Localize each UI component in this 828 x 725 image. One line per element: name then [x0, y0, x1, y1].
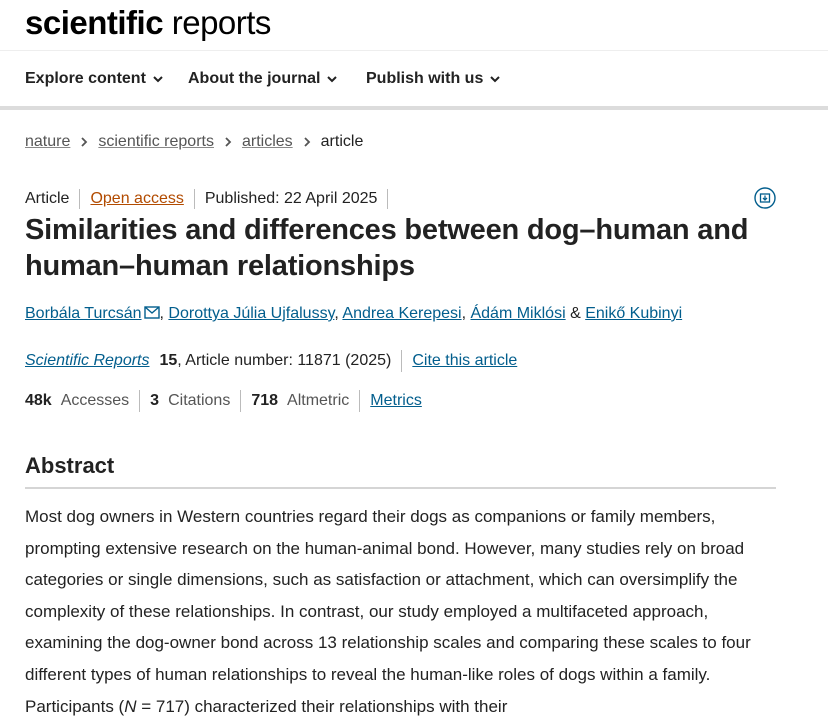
citations-label: Citations — [168, 392, 231, 409]
volume-number: 15 — [159, 352, 178, 369]
journal-link[interactable]: Scientific Reports — [25, 352, 150, 370]
breadcrumb: nature scientific reports articles artic… — [25, 133, 363, 151]
chevron-right-icon — [225, 137, 232, 147]
mail-icon[interactable] — [143, 306, 160, 319]
chevron-right-icon — [304, 137, 310, 147]
altmetric-label: Altmetric — [287, 392, 350, 409]
author-link[interactable]: Enikő Kubinyi — [585, 305, 682, 322]
abstract-heading: Abstract — [25, 453, 776, 489]
nav-about-journal[interactable]: About the journal — [188, 70, 338, 88]
chevron-down-icon — [327, 76, 338, 83]
altmetric-score: 718 — [251, 392, 279, 409]
divider — [240, 390, 242, 412]
author-list: Borbála Turcsán, Dorottya Júlia Ujfaluss… — [25, 305, 682, 323]
author-link[interactable]: Andrea Kerepesi — [342, 305, 461, 322]
metrics-link[interactable]: Metrics — [370, 392, 422, 410]
site-logo[interactable]: scientific reports — [25, 4, 271, 42]
download-pdf-icon[interactable] — [754, 187, 776, 209]
author-link[interactable]: Ádám Miklósi — [470, 305, 565, 322]
article-meta: Article Open access Published: 22 April … — [25, 189, 398, 209]
abstract-n-symbol: N — [124, 696, 137, 716]
accesses-label: Accesses — [60, 392, 130, 409]
article-number: , Article number: 11871 (2025) — [177, 352, 392, 369]
published-date: Published: 22 April 2025 — [205, 189, 389, 209]
breadcrumb-articles[interactable]: articles — [242, 133, 293, 151]
nav-explore-content[interactable]: Explore content — [25, 70, 164, 88]
breadcrumb-nature[interactable]: nature — [25, 133, 70, 151]
chevron-down-icon — [490, 76, 501, 83]
nav-label: About the journal — [188, 70, 321, 87]
abstract-text-part: = 717) characterized their relationships… — [136, 696, 508, 716]
chevron-down-icon — [153, 76, 163, 83]
open-access-link[interactable]: Open access — [90, 189, 195, 209]
cite-this-article-link[interactable]: Cite this article — [412, 352, 517, 370]
nav-label: Publish with us — [366, 70, 484, 87]
article-title: Similarities and differences between dog… — [25, 214, 749, 282]
author-link[interactable]: Borbála Turcsán — [25, 305, 142, 322]
accesses-count: 48k — [25, 392, 52, 409]
nav-label: Explore content — [25, 70, 146, 87]
article-metrics: 48k Accesses 3 Citations 718 Altmetric M… — [25, 390, 422, 412]
citation-info: Scientific Reports 15 , Article number: … — [25, 350, 517, 372]
nav-publish-with-us[interactable]: Publish with us — [366, 70, 501, 88]
citations-count: 3 — [150, 392, 160, 409]
chevron-right-icon — [81, 137, 88, 147]
breadcrumb-current: article — [320, 133, 364, 150]
author-and: & — [565, 305, 586, 322]
abstract-text-part: Most dog owners in Western countries reg… — [25, 507, 751, 716]
site-header: scientific reports — [0, 0, 828, 51]
author-link[interactable]: Dorottya Júlia Ujfalussy — [168, 305, 334, 322]
abstract-text: Most dog owners in Western countries reg… — [25, 501, 785, 722]
main-nav: Explore content About the journal Publis… — [0, 52, 828, 110]
article-type: Article — [25, 189, 81, 209]
breadcrumb-scientific-reports[interactable]: scientific reports — [98, 133, 214, 151]
divider — [401, 350, 403, 372]
divider — [359, 390, 361, 412]
divider — [139, 390, 141, 412]
